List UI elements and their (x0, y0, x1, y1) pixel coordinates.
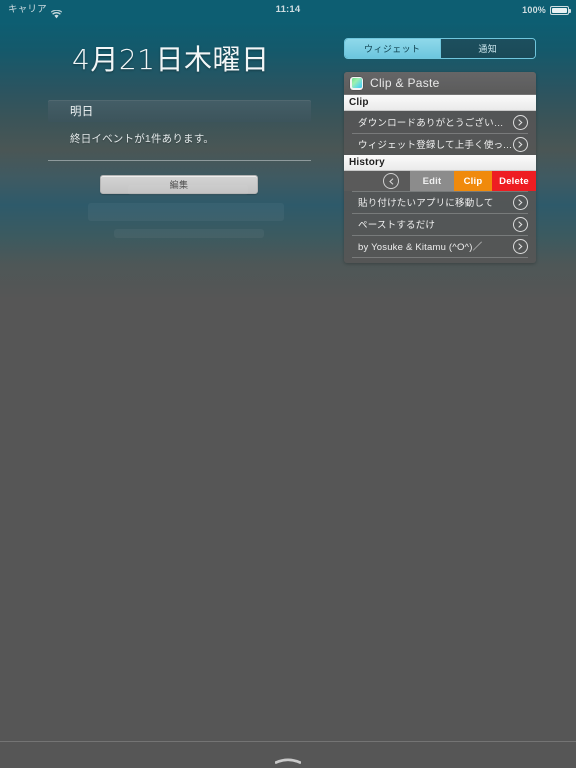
section-header-history: History (344, 155, 536, 171)
clip-paste-app-icon (350, 76, 363, 90)
chevron-right-circle-icon[interactable] (513, 114, 528, 130)
calendar-section-header: 明日 (48, 100, 311, 122)
delete-button[interactable]: Delete (492, 171, 536, 191)
clip-button[interactable]: Clip (454, 171, 492, 191)
widget-header[interactable]: Clip & Paste (344, 72, 536, 95)
battery-percent-label: 100% (522, 5, 546, 15)
edit-clips-button[interactable]: Edit (410, 171, 454, 191)
chevron-right-circle-icon[interactable] (513, 238, 528, 254)
chevron-right-circle-icon[interactable] (513, 194, 528, 210)
section-header-clip: Clip (344, 95, 536, 111)
list-item[interactable]: ダウンロードありがとうございます！ (344, 111, 536, 133)
widget-footer-rule (352, 257, 528, 263)
clip-paste-widget: Clip & Paste Clip ダウンロードありがとうございます！ ウィジェ… (344, 72, 536, 263)
tab-notifications[interactable]: 通知 (440, 39, 535, 58)
bottom-bar[interactable] (0, 741, 576, 768)
chevron-right-circle-icon[interactable] (513, 216, 528, 232)
calendar-summary-text: 終日イベントが1件あります。 (70, 133, 215, 145)
list-item-label: ウィジェット登録して上手く使ってね (358, 140, 513, 151)
edit-button[interactable]: 編集 (100, 175, 258, 194)
list-item[interactable]: ウィジェット登録して上手く使ってね (344, 133, 536, 155)
widget-column: ウィジェット 通知 Clip & Paste Clip ダウンロードありがとうご… (344, 38, 536, 263)
today-column: 4月21日木曜日 明日 終日イベントが1件あります。 編集 (0, 20, 330, 238)
grabber-handle-icon[interactable] (274, 751, 302, 764)
divider (48, 160, 311, 161)
status-bar: キャリア 11:14 100% (0, 0, 576, 20)
table-row-label: 貼り付けたいアプリに移動して (358, 198, 494, 209)
calendar-section-label: 明日 (70, 106, 94, 118)
segmented-control[interactable]: ウィジェット 通知 (344, 38, 536, 59)
status-bar-clock: 11:14 (275, 4, 301, 15)
table-row[interactable]: 貼り付けたいアプリに移動して (344, 191, 536, 213)
table-row[interactable]: ペーストするだけ (344, 213, 536, 235)
page-title: 4月21日木曜日 (72, 43, 270, 76)
table-row-label: ペーストするだけ (358, 220, 436, 231)
widget-title: Clip & Paste (370, 76, 440, 90)
battery-full-icon (550, 5, 571, 15)
tab-widgets[interactable]: ウィジェット (345, 39, 440, 58)
list-item-label: ダウンロードありがとうございます！ (358, 118, 513, 129)
table-row[interactable]: by Yosuke & Kitamu (^O^)／ (344, 235, 536, 257)
ghost-content-artifact (88, 185, 288, 265)
table-row-label: by Yosuke & Kitamu (^O^)／ (358, 242, 483, 253)
ipad-notification-center-screen: キャリア 11:14 100% 4月21日木曜日 明日 終日イベントが1件ありま… (0, 0, 576, 768)
status-bar-right: 100% (522, 0, 571, 20)
chevron-left-circle-icon (383, 173, 399, 189)
history-toolbar: Edit Clip Delete (344, 171, 536, 191)
back-button[interactable] (372, 171, 410, 191)
chevron-right-circle-icon[interactable] (513, 136, 528, 152)
